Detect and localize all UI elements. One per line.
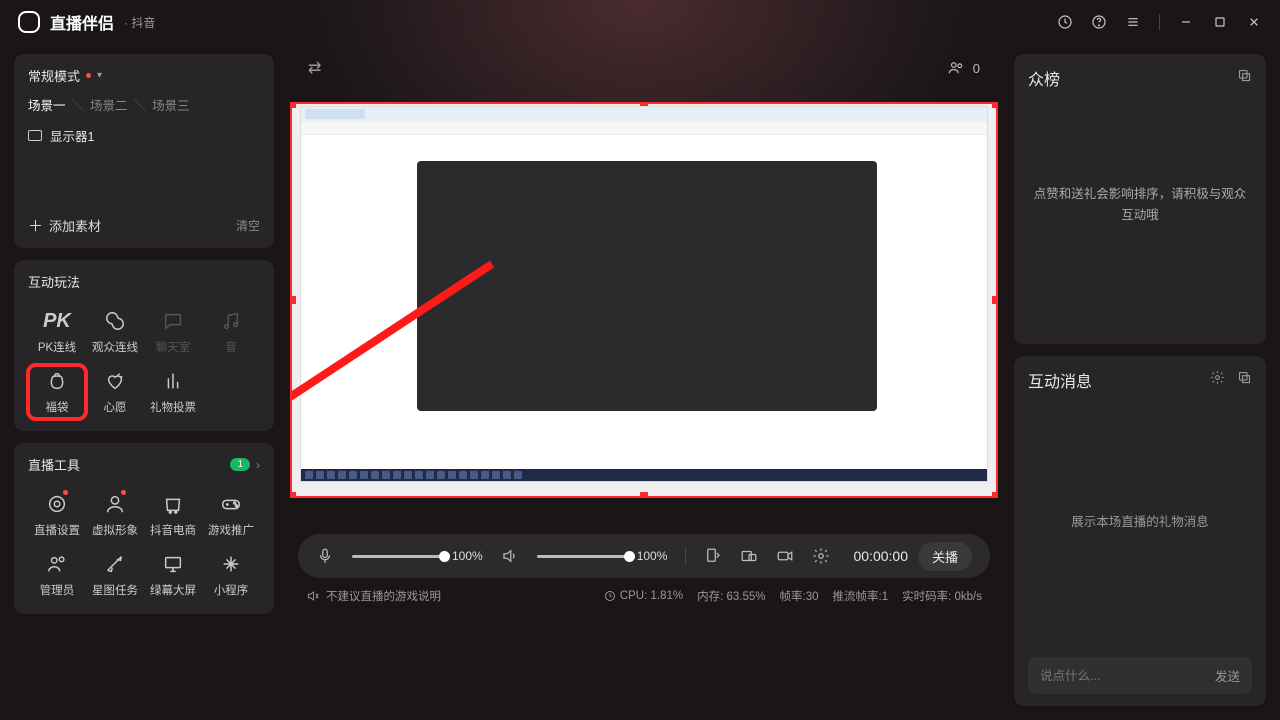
preview-canvas[interactable]: [290, 102, 998, 498]
chat-input[interactable]: [1040, 669, 1207, 683]
popout-icon[interactable]: [1237, 68, 1252, 88]
preview-content: [300, 106, 988, 482]
game-warning[interactable]: 不建议直播的游戏说明: [306, 588, 441, 604]
tool-virtual-avatar[interactable]: 虚拟形象: [86, 488, 144, 542]
close-icon[interactable]: [1246, 14, 1262, 30]
status-fps: 帧率:30: [780, 588, 819, 604]
source-monitor[interactable]: 显示器1: [28, 126, 260, 145]
maximize-icon[interactable]: [1212, 14, 1228, 30]
msg-settings-icon[interactable]: [1210, 370, 1225, 390]
tool-music[interactable]: 音: [202, 305, 260, 359]
mode-dot-icon: [86, 73, 91, 78]
mic-icon[interactable]: [316, 547, 334, 565]
chat-input-row: 发送: [1028, 657, 1252, 694]
scene-tabs: 场景一＼ 场景二＼ 场景三: [28, 95, 260, 114]
tool-wish[interactable]: 心愿: [86, 365, 144, 419]
scene-tab-3[interactable]: 场景三: [152, 95, 190, 114]
swap-icon[interactable]: ⇄: [308, 58, 321, 78]
add-source-label: 添加素材: [49, 216, 101, 235]
send-button[interactable]: 发送: [1215, 666, 1240, 685]
rank-tip: 点赞和送礼会影响排序，请积极与观众互动哦: [1028, 184, 1252, 227]
tool-ecommerce[interactable]: 抖音电商: [144, 488, 202, 542]
speaker-slider[interactable]: 100%: [537, 549, 668, 563]
rank-panel: 众榜 点赞和送礼会影响排序，请积极与观众互动哦: [1014, 54, 1266, 344]
orientation-icon[interactable]: [704, 547, 722, 565]
settings-icon[interactable]: [812, 547, 830, 565]
mode-label: 常规模式: [28, 66, 80, 85]
app-logo-icon: [18, 11, 40, 33]
tool-gift-vote[interactable]: 礼物投票: [144, 365, 202, 419]
live-timer: 00:00:00: [853, 548, 908, 564]
message-panel: 互动消息 展示本场直播的礼物消息 发送: [1014, 356, 1266, 706]
mic-slider[interactable]: 100%: [352, 549, 483, 563]
scene-panel: 常规模式 ▾ 场景一＼ 场景二＼ 场景三 显示器1 ＋ 添加素材 清空: [14, 54, 274, 248]
tool-chatroom[interactable]: 聊天室: [144, 305, 202, 359]
status-cpu: CPU: 1.81%: [620, 590, 683, 602]
msg-popout-icon[interactable]: [1237, 370, 1252, 390]
status-bitrate: 实时码率: 0kb/s: [902, 588, 982, 604]
layout-icon[interactable]: [740, 547, 758, 565]
add-source-button[interactable]: ＋ 添加素材: [28, 215, 101, 236]
app-subtitle: · 抖音: [124, 14, 155, 31]
clear-button[interactable]: 清空: [236, 217, 260, 234]
mode-selector[interactable]: 常规模式 ▾: [28, 66, 260, 85]
chevron-down-icon: ▾: [97, 70, 102, 81]
minimize-icon[interactable]: [1178, 14, 1194, 30]
msg-title: 互动消息: [1028, 368, 1092, 392]
plus-icon: ＋: [28, 215, 43, 236]
history-icon[interactable]: [1057, 14, 1073, 30]
live-tools-panel: 直播工具 1 › 直播设置 虚拟形象 抖音电商 游戏推广 管理员 星图任务 绿幕大…: [14, 443, 274, 614]
interactive-title: 互动玩法: [28, 272, 260, 291]
titlebar: 直播伴侣 · 抖音: [0, 0, 1280, 44]
right-column: 众榜 点赞和送礼会影响排序，请积极与观众互动哦 互动消息 展示本场直播的礼物消息…: [1000, 44, 1280, 720]
viewer-count: 0: [947, 59, 980, 77]
chevron-right-icon[interactable]: ›: [256, 458, 260, 472]
close-live-button[interactable]: 关播: [918, 542, 972, 571]
scene-tab-1[interactable]: 场景一: [28, 95, 66, 114]
tool-xingtu[interactable]: 星图任务: [86, 548, 144, 602]
msg-tip: 展示本场直播的礼物消息: [1028, 392, 1252, 649]
tools-badge: 1: [230, 458, 250, 471]
tool-lucky-bag[interactable]: 福袋: [28, 365, 86, 419]
tool-live-settings[interactable]: 直播设置: [28, 488, 86, 542]
interactive-panel: 互动玩法 PKPK连线 观众连线 聊天室 音 福袋 心愿 礼物投票: [14, 260, 274, 431]
rank-title: 众榜: [1028, 66, 1060, 90]
bottom-control-bar: 100% 100% 00:00:00 关播: [298, 534, 990, 578]
app-name: 直播伴侣: [50, 10, 114, 34]
tool-admin[interactable]: 管理员: [28, 548, 86, 602]
tool-miniapp[interactable]: 小程序: [202, 548, 260, 602]
tool-greenscreen[interactable]: 绿幕大屏: [144, 548, 202, 602]
divider: [1159, 14, 1160, 30]
tool-pk[interactable]: PKPK连线: [28, 305, 86, 359]
speaker-icon[interactable]: [501, 547, 519, 565]
help-icon[interactable]: [1091, 14, 1107, 30]
status-mem: 内存: 63.55%: [697, 588, 765, 604]
tool-audience-link[interactable]: 观众连线: [86, 305, 144, 359]
live-tools-title: 直播工具: [28, 455, 80, 474]
tool-game-promo[interactable]: 游戏推广: [202, 488, 260, 542]
status-bar: 不建议直播的游戏说明 CPU: 1.81% 内存: 63.55% 帧率:30 推…: [288, 578, 1000, 604]
monitor-label: 显示器1: [50, 126, 94, 145]
record-icon[interactable]: [776, 547, 794, 565]
status-push: 推流帧率:1: [833, 588, 889, 604]
monitor-icon: [28, 130, 42, 141]
center-area: ⇄ 0 100% 100%: [288, 44, 1000, 720]
scene-tab-2[interactable]: 场景二: [90, 95, 128, 114]
menu-icon[interactable]: [1125, 14, 1141, 30]
sidebar: 常规模式 ▾ 场景一＼ 场景二＼ 场景三 显示器1 ＋ 添加素材 清空: [0, 44, 288, 720]
